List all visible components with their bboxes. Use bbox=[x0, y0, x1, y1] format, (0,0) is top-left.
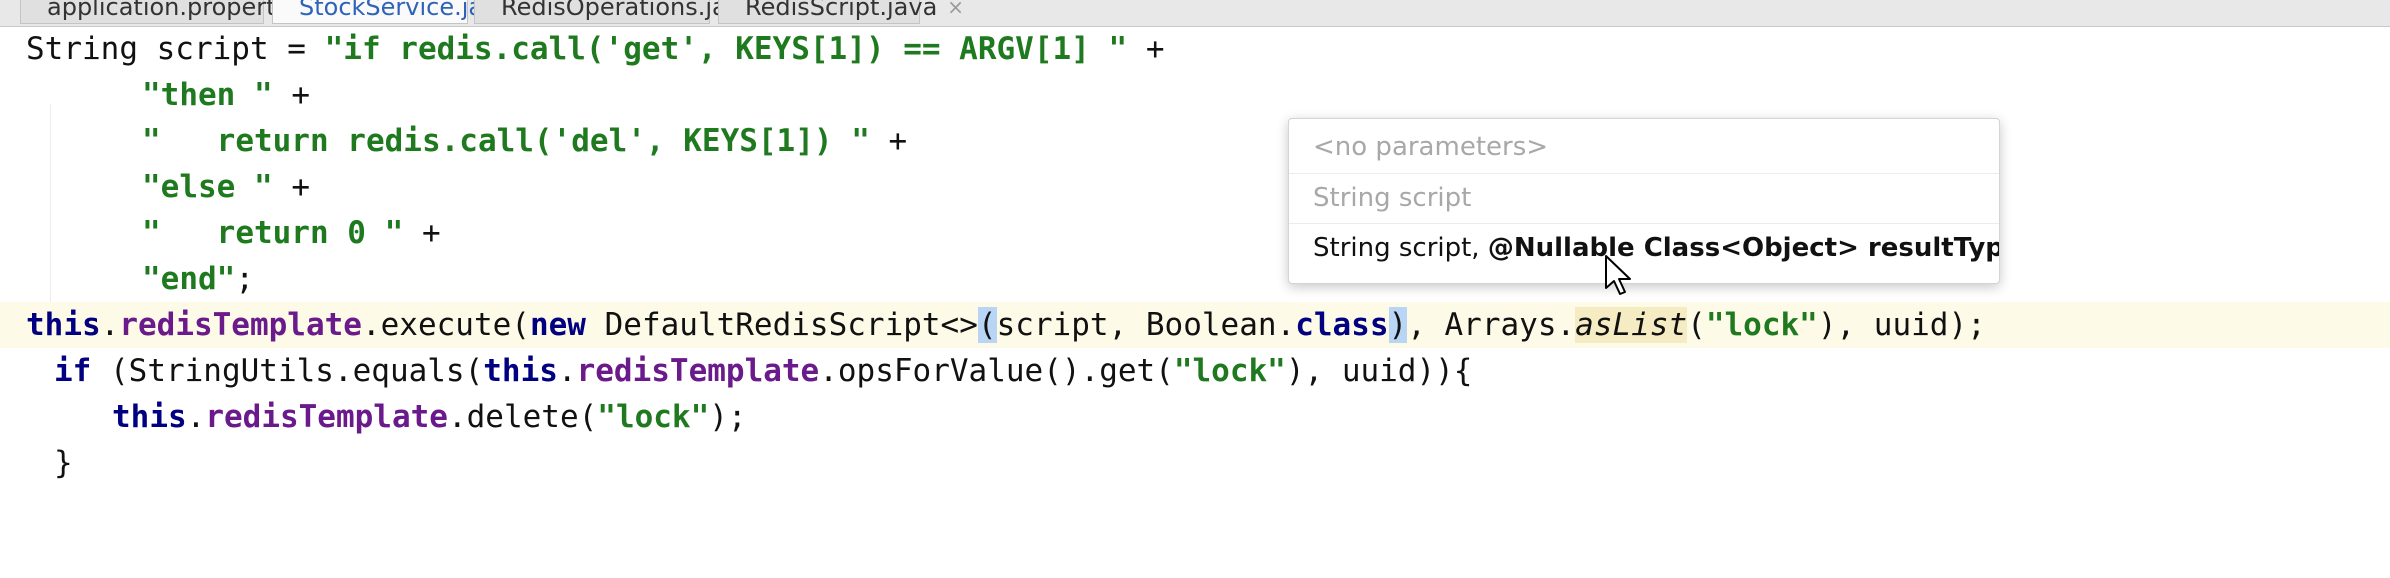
string-literal: "lock" bbox=[1705, 307, 1818, 343]
tab-redisoperations[interactable]: RedisOperations.java × bbox=[474, 0, 782, 24]
string-literal: "else " bbox=[142, 169, 273, 205]
code-editor[interactable]: String script = "if redis.call('get', KE… bbox=[0, 26, 2390, 518]
code-text: + bbox=[1127, 31, 1165, 67]
code-line[interactable]: } bbox=[0, 440, 2390, 486]
string-literal: " return redis.call('del', KEYS[1]) " bbox=[142, 123, 870, 159]
static-method: asList bbox=[1575, 307, 1688, 343]
code-text: . bbox=[186, 399, 206, 435]
tab-stockservice[interactable]: StockService.java × bbox=[272, 0, 539, 24]
code-text: (StringUtils.equals( bbox=[91, 353, 484, 389]
code-text: , Arrays. bbox=[1407, 307, 1576, 343]
string-literal: "then " bbox=[142, 77, 273, 113]
code-text: + bbox=[272, 169, 310, 205]
keyword: class bbox=[1295, 307, 1389, 343]
tab-label: application.properties bbox=[47, 0, 310, 21]
parameter-info-popup: <no parameters> String script String scr… bbox=[1288, 118, 2000, 284]
code-text: ( bbox=[1687, 307, 1706, 343]
code-line[interactable]: if (StringUtils.equals(this.redisTemplat… bbox=[0, 348, 2390, 394]
code-text: String script = bbox=[26, 31, 325, 67]
tab-label: RedisScript.java bbox=[745, 0, 938, 21]
code-text: ); bbox=[709, 399, 747, 435]
code-text: . bbox=[100, 307, 120, 343]
code-line[interactable]: " return 0 " + bbox=[0, 210, 2390, 256]
code-text: + bbox=[272, 77, 310, 113]
code-text: ), uuid)){ bbox=[1285, 353, 1473, 389]
signature-param-highlight: <Object> bbox=[1720, 233, 1859, 263]
code-text: ), uuid); bbox=[1817, 307, 1986, 343]
field-name: redisTemplate bbox=[205, 399, 448, 435]
keyword: this bbox=[112, 399, 187, 435]
editor-tab-bar: application.properties × StockService.ja… bbox=[0, 0, 2390, 27]
code-text: . bbox=[557, 353, 577, 389]
matched-paren: ( bbox=[977, 307, 997, 343]
string-literal: "lock" bbox=[1173, 353, 1286, 389]
matched-paren: ) bbox=[1388, 307, 1408, 343]
code-line[interactable]: "then " + bbox=[0, 72, 2390, 118]
code-line[interactable]: " return redis.call('del', KEYS[1]) " + bbox=[0, 118, 2390, 164]
parameter-signature-current[interactable]: String script, @Nullable Class<Object> r… bbox=[1289, 223, 1999, 271]
code-text: script, Boolean. bbox=[996, 307, 1296, 343]
code-line[interactable]: "end"; bbox=[0, 256, 2390, 302]
string-literal: "if redis.call('get', KEYS[1]) == ARGV[1… bbox=[324, 31, 1128, 67]
code-text: DefaultRedisScript<> bbox=[585, 307, 978, 343]
code-text: + bbox=[869, 123, 908, 159]
code-text: .opsForValue().get( bbox=[819, 353, 1174, 389]
keyword: this bbox=[483, 353, 558, 389]
string-literal: "end" bbox=[142, 261, 236, 297]
code-text: .execute( bbox=[361, 307, 530, 343]
signature-param-highlight: resultType bbox=[1867, 233, 1999, 263]
code-text: } bbox=[54, 445, 73, 481]
keyword: this bbox=[26, 307, 101, 343]
signature-text: String script, bbox=[1313, 233, 1488, 263]
string-literal: " return 0 " bbox=[142, 215, 404, 251]
code-text: ; bbox=[235, 261, 254, 297]
keyword: if bbox=[54, 353, 92, 389]
signature-text: String script bbox=[1313, 183, 1472, 213]
signature-text: <no parameters> bbox=[1313, 132, 1549, 162]
code-text: .delete( bbox=[447, 399, 598, 435]
string-literal: "lock" bbox=[597, 399, 710, 435]
field-name: redisTemplate bbox=[119, 307, 362, 343]
close-tab-icon[interactable]: × bbox=[947, 0, 964, 19]
parameter-signature[interactable]: String script bbox=[1289, 173, 1999, 221]
current-code-line[interactable]: this.redisTemplate.execute(new DefaultRe… bbox=[0, 302, 2390, 348]
tab-redisscript[interactable]: RedisScript.java × bbox=[718, 0, 964, 24]
code-line[interactable]: this.redisTemplate.delete("lock"); bbox=[0, 394, 2390, 440]
code-line[interactable]: String script = "if redis.call('get', KE… bbox=[0, 26, 2390, 72]
tab-application-properties[interactable]: application.properties × bbox=[20, 0, 336, 24]
keyword: new bbox=[529, 307, 586, 343]
code-line[interactable]: "else " + bbox=[0, 164, 2390, 210]
code-text: + bbox=[403, 215, 441, 251]
parameter-signature[interactable]: <no parameters> bbox=[1289, 123, 1999, 171]
mouse-pointer-icon bbox=[1605, 255, 1631, 295]
field-name: redisTemplate bbox=[576, 353, 820, 389]
